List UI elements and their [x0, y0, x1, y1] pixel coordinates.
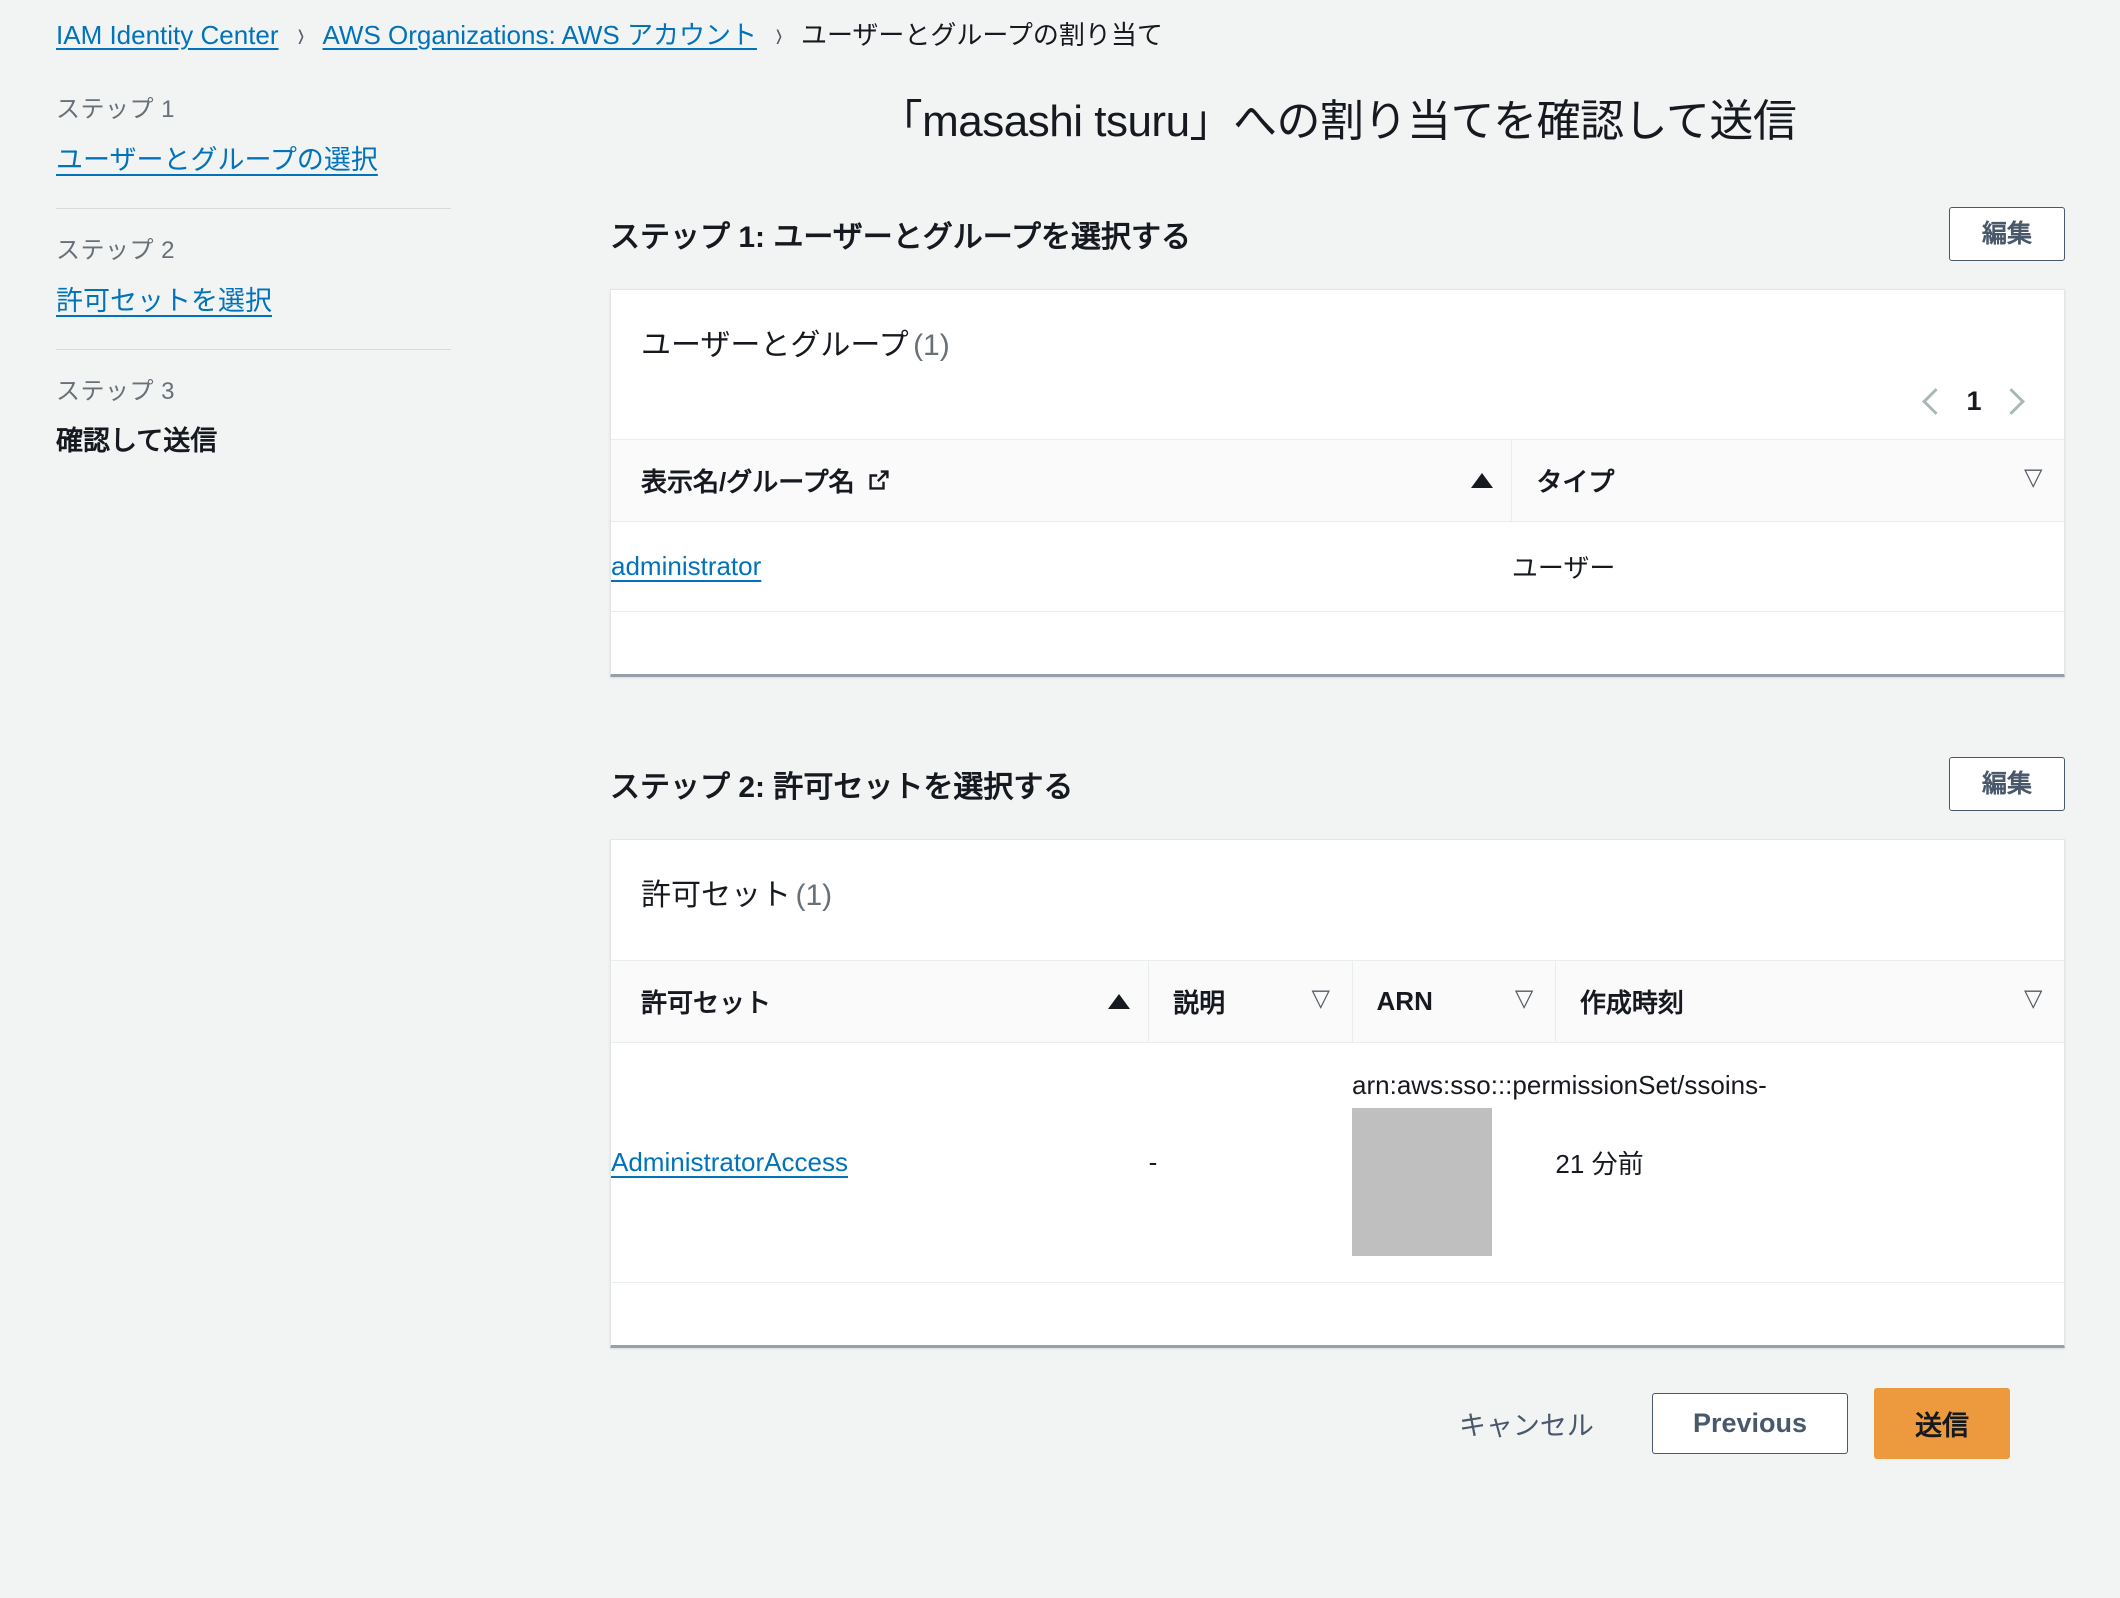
users-table-header-row: 表示名/グループ名 タイプ ▽ [611, 438, 2064, 522]
step-2-kicker: ステップ 2 [56, 236, 176, 264]
pagination-page-number[interactable]: 1 [1966, 386, 1982, 417]
permission-sets-card-spacer [611, 914, 2064, 960]
chevron-right-icon[interactable] [2002, 388, 2028, 414]
permission-sets-card-count: (1) [795, 878, 833, 912]
ps-row-arn-cell: arn:aws:sso:::permissionSet/ssoins- [1352, 1042, 1767, 1284]
users-card-footer [611, 611, 2064, 674]
breadcrumb-separator-icon: › [297, 13, 304, 55]
step-1: ステップ 1 ユーザーとグループの選択 [56, 96, 456, 177]
wizard-footer-actions: キャンセル Previous 送信 [610, 1388, 2065, 1460]
ps-row-description-cell: - [1148, 1042, 1353, 1284]
users-card-header: ユーザーとグループ (1) [611, 290, 2064, 364]
breadcrumb-item-aws-organizations[interactable]: AWS Organizations: AWS アカウント [323, 22, 757, 48]
users-row-name-cell: administrator [611, 521, 1512, 612]
ps-row-arn-text: arn:aws:sso:::permissionSet/ssoins- [1352, 1069, 1767, 1100]
user-link-administrator[interactable]: administrator [611, 551, 761, 581]
breadcrumb-separator-icon: › [775, 13, 783, 55]
users-column-display-name-label: 表示名/グループ名 [641, 466, 855, 497]
permission-sets-card-header: 許可セット (1) [611, 840, 2064, 914]
users-column-type-label: タイプ [1536, 466, 1615, 497]
permission-sets-card-title: 許可セット [641, 878, 791, 912]
permission-sets-table: 許可セット 説明 ARN [611, 959, 2064, 1284]
step-1-kicker: ステップ 1 [56, 96, 176, 123]
breadcrumb-item-iam-identity-center[interactable]: IAM Identity Center [56, 22, 279, 48]
ps-column-description-label: 説明 [1173, 987, 1226, 1018]
ps-column-arn[interactable]: ARN [1351, 959, 1556, 1043]
breadcrumb-item-current: ユーザーとグループの割り当て [800, 20, 1163, 50]
permission-sets-card-footer [611, 1283, 2064, 1346]
section-header-step-1: ステップ 1: ユーザーとグループを選択する 編集 [610, 205, 2065, 263]
ps-column-permission-set[interactable]: 許可セット [611, 959, 1149, 1043]
ps-column-arn-label: ARN [1376, 985, 1433, 1016]
table-row: AdministratorAccess - arn:aws:sso:::perm… [611, 1042, 2064, 1284]
users-card-title: ユーザーとグループ [641, 328, 909, 362]
section-title-step-2: ステップ 2: 許可セットを選択する [610, 770, 1074, 804]
page-title: 「masashi tsuru」への割り当てを確認して送信 [878, 97, 1797, 146]
users-and-groups-card: ユーザーとグループ (1) 1 表示名/グループ名 タイプ ▽ administ… [610, 288, 2065, 677]
cancel-button[interactable]: キャンセル [1459, 1404, 1594, 1443]
step-1-link[interactable]: ユーザーとグループの選択 [56, 138, 378, 177]
step-2-link[interactable]: 許可セットを選択 [56, 279, 272, 318]
step-divider [56, 348, 451, 350]
users-column-type[interactable]: タイプ [1511, 438, 2064, 522]
section-header-step-2: ステップ 2: 許可セットを選択する 編集 [610, 755, 2065, 813]
permission-sets-header-row: 許可セット 説明 ARN [611, 959, 2064, 1043]
users-card-count: (1) [913, 328, 950, 362]
ps-column-created-label: 作成時刻 [1579, 987, 1684, 1018]
users-pagination: 1 [1920, 386, 2028, 417]
edit-step-1-button[interactable]: 編集 [1948, 206, 2065, 261]
breadcrumb: IAM Identity Center › AWS Organizations:… [56, 16, 1163, 54]
previous-button[interactable]: Previous [1651, 1393, 1848, 1455]
users-row-type-cell: ユーザー [1511, 521, 2064, 612]
users-table: 表示名/グループ名 タイプ ▽ administrator ユーザー [611, 438, 2064, 612]
sort-ascending-icon[interactable] [1471, 472, 1494, 488]
users-column-display-name[interactable]: 表示名/グループ名 [611, 438, 1512, 522]
external-link-icon[interactable] [867, 468, 891, 492]
step-divider [56, 207, 451, 209]
permission-set-link-administratoraccess[interactable]: AdministratorAccess [611, 1147, 848, 1177]
step-2: ステップ 2 許可セットを選択 [56, 237, 456, 318]
step-3-kicker: ステップ 3 [56, 377, 176, 405]
ps-column-created[interactable]: 作成時刻 [1554, 959, 2064, 1043]
ps-row-name-cell: AdministratorAccess [611, 1042, 1149, 1284]
sort-none-icon[interactable] [2024, 987, 2046, 1011]
ps-column-permission-set-label: 許可セット [641, 987, 772, 1018]
permission-sets-card: 許可セット (1) 許可セット 説明 ▽ ARN ▽ 作成時刻 ▽ Admini… [610, 838, 2065, 1349]
step-3-label: 確認して送信 [56, 426, 218, 457]
table-row: administrator ユーザー [611, 521, 2064, 612]
edit-step-2-button[interactable]: 編集 [1948, 756, 2065, 811]
step-3: ステップ 3 確認して送信 [56, 378, 456, 459]
step-navigation: ステップ 1 ユーザーとグループの選択 ステップ 2 許可セットを選択 ステップ… [56, 96, 456, 458]
sort-none-icon[interactable] [1515, 987, 1537, 1011]
sort-ascending-icon[interactable] [1108, 993, 1131, 1009]
sort-none-icon[interactable] [2024, 466, 2046, 490]
chevron-left-icon[interactable] [1920, 388, 1946, 414]
redaction-block [1352, 1108, 1493, 1257]
section-title-step-1: ステップ 1: ユーザーとグループを選択する [610, 220, 1191, 254]
ps-column-description[interactable]: 説明 [1148, 959, 1353, 1043]
page-root: IAM Identity Center › AWS Organizations:… [0, 0, 2120, 1598]
main-content: 「masashi tsuru」への割り当てを確認して送信 ステップ 1: ユーザ… [610, 96, 2065, 1460]
users-card-toolbar: 1 [611, 386, 2064, 439]
sort-none-icon[interactable] [1312, 987, 1334, 1011]
submit-button[interactable]: 送信 [1874, 1388, 2010, 1460]
